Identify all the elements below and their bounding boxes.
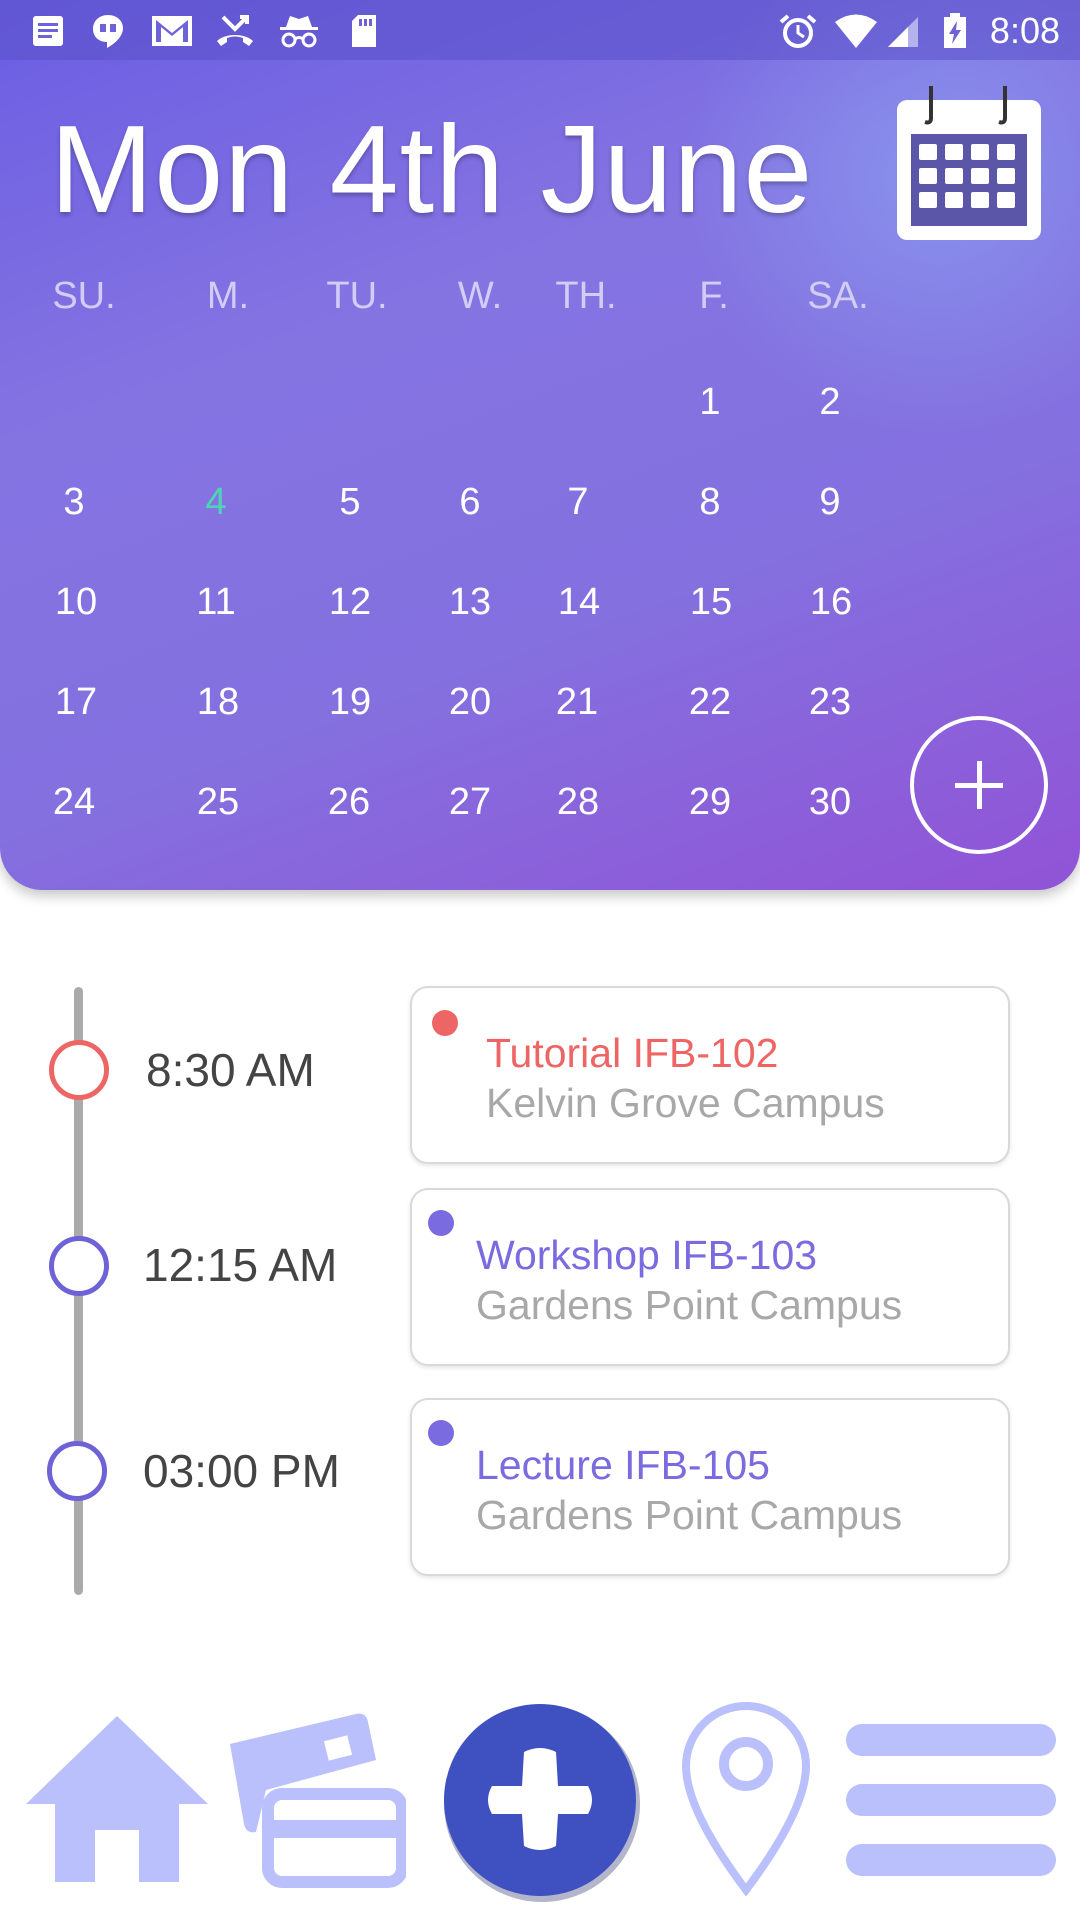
event-location: Gardens Point Campus	[476, 1282, 903, 1328]
sd-card-icon	[352, 15, 376, 47]
hangouts-icon	[93, 15, 123, 48]
event-title: Workshop IFB-103	[476, 1232, 818, 1278]
event-time: 12:15 AM	[143, 1239, 338, 1291]
date-title: Mon 4th June	[50, 101, 814, 239]
home-icon[interactable]	[24, 1712, 210, 1882]
notes-icon	[33, 16, 63, 46]
add-event-button[interactable]	[910, 716, 1048, 854]
timeline-node	[49, 1236, 109, 1296]
event-card[interactable]: Lecture IFB-105 Gardens Point Campus	[410, 1398, 1010, 1576]
event-time: 8:30 AM	[146, 1044, 315, 1096]
calendar-day[interactable]: 24	[29, 780, 119, 824]
calendar-day[interactable]: 25	[173, 780, 263, 824]
weekday-saturday: SA.	[807, 275, 869, 317]
weekday-tuesday: TU.	[326, 275, 388, 317]
calendar-day[interactable]: 9	[785, 480, 875, 524]
weekday-monday: M.	[206, 275, 250, 317]
calendar-header: 8:08 Mon 4th June SU. M. TU. W. TH. F. S…	[0, 0, 1080, 890]
calendar-day[interactable]: 15	[666, 580, 756, 624]
event-color-dot	[428, 1210, 454, 1236]
status-bar: 8:08	[0, 0, 1080, 60]
calendar-day[interactable]: 30	[785, 780, 875, 824]
status-time: 8:08	[989, 10, 1060, 51]
battery-charging-icon	[944, 13, 966, 48]
weekday-thursday: TH.	[555, 275, 617, 317]
calendar-day[interactable]: 29	[665, 780, 755, 824]
calendar-day[interactable]: 20	[425, 680, 515, 724]
calendar-day[interactable]: 21	[532, 680, 622, 724]
event-location: Gardens Point Campus	[476, 1492, 903, 1538]
calendar-day[interactable]: 18	[173, 680, 263, 724]
calendar-day[interactable]: 16	[786, 580, 876, 624]
calendar-day[interactable]: 22	[665, 680, 755, 724]
missed-call-icon	[217, 15, 253, 46]
event-color-dot	[432, 1010, 458, 1036]
menu-icon[interactable]	[844, 1722, 1058, 1878]
calendar-day[interactable]: 27	[425, 780, 515, 824]
weekday-wednesday: W.	[457, 275, 503, 317]
event-title: Tutorial IFB-102	[486, 1030, 779, 1076]
calendar-day[interactable]: 2	[785, 380, 875, 424]
calendar-day[interactable]: 23	[785, 680, 875, 724]
add-icon[interactable]	[438, 1696, 646, 1908]
calendar-day[interactable]: 10	[31, 580, 121, 624]
calendar-day[interactable]: 28	[533, 780, 623, 824]
weekday-sunday: SU.	[52, 275, 116, 317]
calendar-day[interactable]: 5	[305, 480, 395, 524]
event-card[interactable]: Tutorial IFB-102 Kelvin Grove Campus	[410, 986, 1010, 1164]
timeline-node	[49, 1040, 109, 1100]
calendar-day[interactable]: 6	[425, 480, 515, 524]
calendar-day[interactable]: 26	[304, 780, 394, 824]
calendar-day[interactable]: 1	[665, 380, 755, 424]
calendar-day[interactable]: 3	[29, 480, 119, 524]
wifi-icon	[835, 14, 877, 48]
event-time: 03:00 PM	[143, 1445, 340, 1497]
calendar-day[interactable]: 7	[533, 480, 623, 524]
location-pin-icon[interactable]	[676, 1700, 816, 1896]
calendar-day[interactable]: 17	[31, 680, 121, 724]
alarm-icon	[779, 14, 817, 48]
calendar-icon[interactable]	[893, 82, 1045, 244]
gmail-icon	[152, 16, 192, 46]
event-title: Lecture IFB-105	[476, 1442, 770, 1488]
calendar-day[interactable]: 12	[305, 580, 395, 624]
calendar-day[interactable]: 13	[425, 580, 515, 624]
calendar-day[interactable]: 11	[171, 580, 261, 624]
cell-signal-icon	[888, 17, 918, 47]
event-location: Kelvin Grove Campus	[486, 1080, 885, 1126]
event-card[interactable]: Workshop IFB-103 Gardens Point Campus	[410, 1188, 1010, 1366]
calendar-day[interactable]: 14	[534, 580, 624, 624]
calendar-day[interactable]: 8	[665, 480, 755, 524]
event-color-dot	[428, 1420, 454, 1446]
weekday-friday: F.	[699, 275, 729, 317]
calendar-day[interactable]: 19	[305, 680, 395, 724]
timeline-node	[47, 1441, 107, 1501]
calendar-day-today[interactable]: 4	[171, 480, 261, 524]
cards-icon[interactable]	[226, 1708, 406, 1888]
incognito-icon	[280, 16, 318, 48]
